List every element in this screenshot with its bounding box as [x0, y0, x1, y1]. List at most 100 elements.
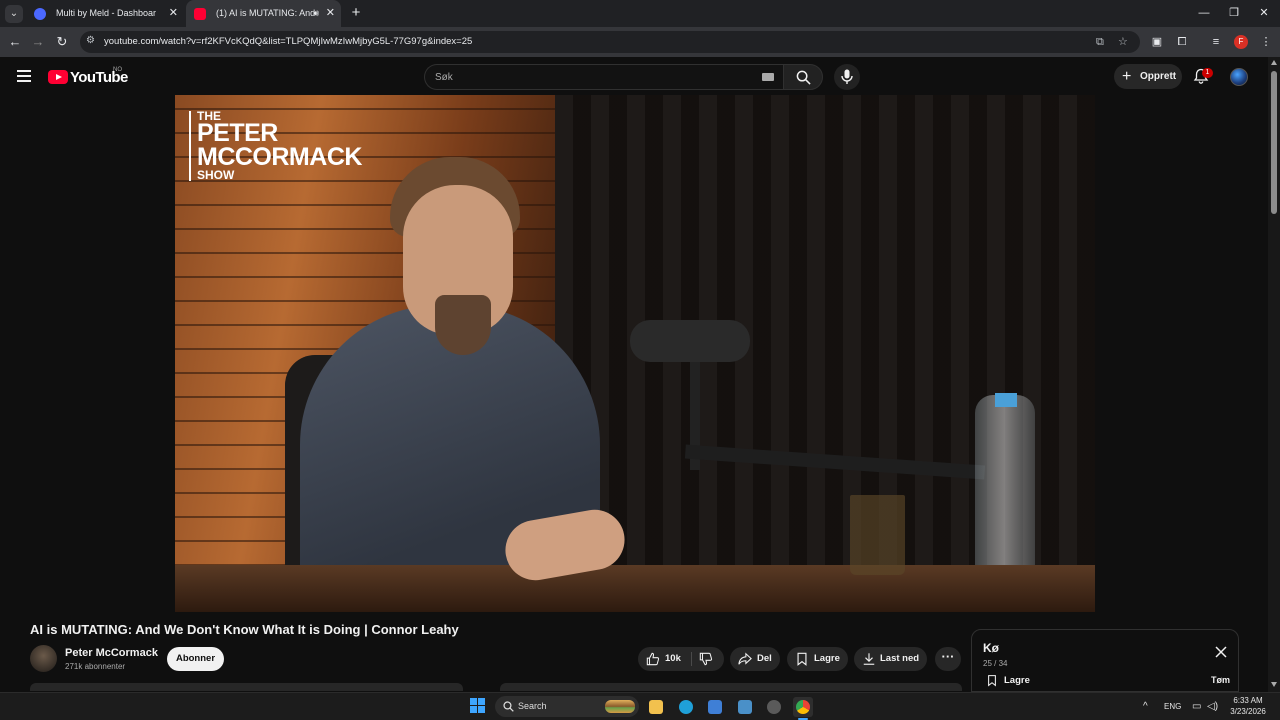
download-label: Last ned: [880, 653, 920, 664]
browser-tab-meld[interactable]: Multi by Meld - Dashboard. ✕: [26, 0, 184, 27]
clock-date: 3/23/2026: [1230, 707, 1266, 716]
system-clock[interactable]: 6:33 AM 3/23/2026: [1226, 695, 1270, 717]
save-button[interactable]: Lagre: [787, 647, 848, 671]
back-button[interactable]: ←: [5, 32, 25, 52]
keyboard-icon[interactable]: [762, 73, 774, 81]
file-explorer-icon[interactable]: [646, 697, 666, 717]
close-tab-icon[interactable]: ✕: [169, 0, 178, 27]
video-scene-speaker-beard: [435, 295, 491, 355]
store-app-icon[interactable]: [705, 697, 725, 717]
scrollbar-thumb[interactable]: [1271, 71, 1277, 214]
input-language[interactable]: ENG: [1164, 693, 1181, 720]
like-count[interactable]: 10k: [665, 647, 681, 671]
like-dislike-group: 10k: [638, 647, 724, 671]
video-player[interactable]: THE PETER MCCORMACK SHOW: [175, 95, 1095, 612]
address-bar[interactable]: ⚙ youtube.com/watch?v=rf2KFVcKQdQ&list=T…: [80, 31, 1140, 53]
scroll-down-arrow-icon[interactable]: [1271, 682, 1277, 687]
tab-search-chevron-icon[interactable]: ⌄: [5, 5, 23, 23]
app-with-badge-icon[interactable]: [764, 697, 784, 717]
tab-title: Multi by Meld - Dashboard.: [56, 8, 156, 18]
collections-icon[interactable]: ▣: [1147, 32, 1167, 52]
voice-search-button[interactable]: [834, 64, 860, 90]
download-button[interactable]: Last ned: [854, 647, 927, 671]
create-label: Opprett: [1140, 71, 1177, 82]
close-window-icon[interactable]: ✕: [1248, 0, 1280, 27]
comments-box-edge: [500, 683, 962, 691]
clock-time: 6:33 AM: [1233, 696, 1263, 705]
windows-taskbar: Search ^ ENG ▭ ◁) 6:33 AM 3/23/2026: [0, 692, 1280, 720]
browser-menu-icon[interactable]: ⋮: [1256, 32, 1276, 52]
youtube-favicon-icon: [194, 8, 206, 20]
reload-button[interactable]: ↻: [52, 32, 72, 52]
bookmark-star-icon[interactable]: ☆: [1118, 31, 1128, 53]
search-input[interactable]: [435, 65, 755, 89]
download-icon: [863, 653, 875, 665]
account-avatar[interactable]: [1230, 68, 1248, 86]
show-logo-line: MCCORMACK: [197, 143, 362, 172]
page-scrollbar[interactable]: [1268, 57, 1280, 692]
save-label: Lagre: [814, 653, 840, 664]
youtube-header: YouTube NO + Opprett: [0, 57, 1268, 95]
search-button[interactable]: [783, 64, 823, 90]
install-app-icon[interactable]: ⧉: [1096, 31, 1104, 53]
subscribe-button[interactable]: Abonner: [167, 647, 224, 671]
close-queue-icon[interactable]: [1214, 645, 1228, 659]
queue-save-label: Lagre: [1004, 675, 1030, 686]
search-icon: [796, 70, 811, 85]
browser-tab-youtube[interactable]: (1) AI is MUTATING: And We 🔊︎ ✕: [186, 0, 341, 27]
description-box-edge: [30, 683, 463, 691]
meld-favicon-icon: [34, 8, 46, 20]
forward-button[interactable]: →: [28, 32, 48, 52]
reading-list-icon[interactable]: ≡: [1206, 32, 1226, 52]
video-title: AI is MUTATING: And We Don't Know What I…: [30, 622, 459, 637]
share-label: Del: [757, 653, 772, 664]
taskbar-search-label: Search: [518, 701, 547, 711]
video-scene-bottle: [975, 395, 1035, 575]
snipping-tool-icon[interactable]: [735, 697, 755, 717]
share-button[interactable]: Del: [730, 647, 780, 671]
profile-avatar[interactable]: F: [1234, 35, 1248, 49]
subscriber-count: 271k abonnenter: [65, 662, 126, 671]
search-highlight-burger-icon: [605, 700, 635, 713]
site-info-icon[interactable]: ⚙: [86, 35, 95, 46]
bookmark-icon: [988, 675, 996, 687]
volume-icon[interactable]: ◁): [1207, 693, 1218, 720]
tray-overflow-chevron-icon[interactable]: ^: [1143, 693, 1148, 720]
scroll-up-arrow-icon[interactable]: [1271, 60, 1277, 65]
windows-start-icon[interactable]: [470, 698, 486, 714]
queue-title: Kø: [983, 641, 999, 655]
restore-window-icon[interactable]: ❐: [1218, 0, 1250, 27]
channel-name[interactable]: Peter McCormack: [65, 647, 158, 659]
video-scene-table: [175, 565, 1095, 612]
microphone-icon: [841, 69, 853, 84]
like-divider: [691, 652, 692, 666]
chrome-browser-icon[interactable]: [793, 697, 813, 717]
more-actions-button[interactable]: ···: [935, 647, 961, 671]
close-tab-icon[interactable]: ✕: [326, 0, 335, 27]
taskbar-search[interactable]: Search: [495, 696, 639, 717]
extensions-icon[interactable]: ⧠: [1172, 32, 1192, 52]
network-icon[interactable]: ▭: [1192, 693, 1201, 720]
queue-position: 25 / 34: [983, 659, 1008, 668]
hamburger-menu-icon[interactable]: [17, 70, 31, 82]
dislike-thumbs-down-icon[interactable]: [699, 652, 713, 666]
youtube-play-icon: [48, 70, 68, 84]
edge-browser-icon[interactable]: [676, 697, 696, 717]
audio-playing-icon[interactable]: 🔊︎: [313, 0, 319, 27]
new-tab-button[interactable]: +: [347, 4, 365, 22]
video-scene-bottle-cap: [995, 393, 1017, 407]
plus-icon: +: [1122, 68, 1132, 85]
show-logo-line: SHOW: [197, 167, 235, 182]
like-thumbs-up-icon[interactable]: [646, 652, 660, 666]
url-text[interactable]: youtube.com/watch?v=rf2KFVcKQdQ&list=TLP…: [104, 31, 472, 53]
queue-clear-button[interactable]: Tøm: [1211, 675, 1230, 685]
tab-title: (1) AI is MUTATING: And We: [216, 8, 316, 18]
share-arrow-icon: [738, 652, 752, 665]
notification-badge: 1: [1202, 68, 1213, 78]
queue-panel: Kø 25 / 34 Lagre Tøm: [971, 629, 1239, 692]
create-button[interactable]: + Opprett: [1114, 64, 1182, 89]
minimize-window-icon[interactable]: —: [1188, 0, 1220, 27]
browser-tab-strip: ⌄ Multi by Meld - Dashboard. ✕ (1) AI is…: [0, 0, 1280, 27]
channel-avatar[interactable]: [30, 645, 57, 672]
video-scene-glass: [850, 495, 905, 575]
